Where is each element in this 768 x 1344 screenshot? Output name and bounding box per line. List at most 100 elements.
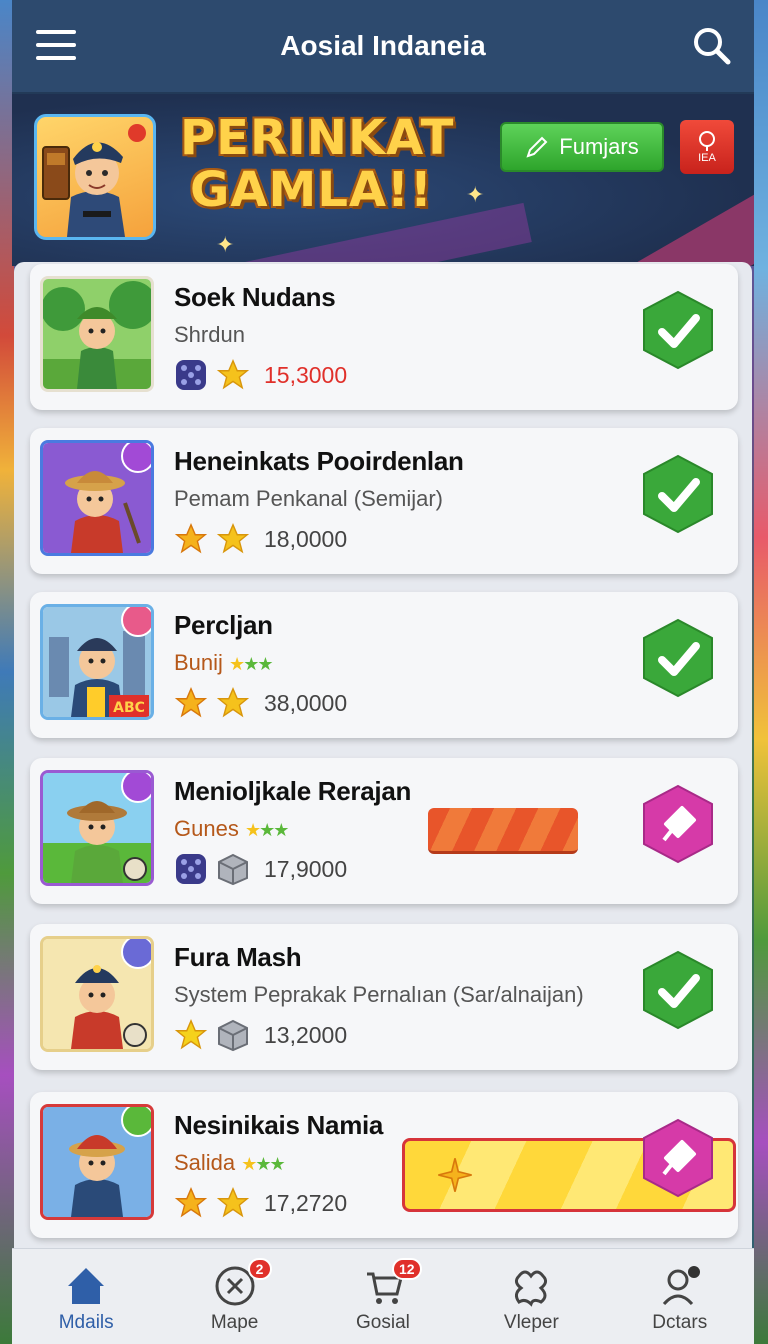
check-icon[interactable]	[642, 950, 714, 1030]
star-icon	[174, 687, 208, 718]
check-icon[interactable]	[642, 290, 714, 370]
player-subtitle-row: Bunij ★★★	[174, 650, 273, 676]
backdrop-right	[754, 0, 768, 1344]
star-icon	[174, 1187, 208, 1218]
player-name: Soek Nudans	[174, 282, 336, 312]
player-score: 15,3000	[264, 361, 348, 388]
fumjars-button[interactable]: Fumjars	[500, 122, 664, 172]
player-avatar	[40, 770, 154, 886]
balloon-icon	[699, 131, 715, 151]
level-badge-icon	[121, 773, 151, 803]
player-card[interactable]: ABC Percljan Bunij ★★★ 38,0000	[30, 592, 738, 738]
player-score: 13,2000	[264, 1021, 348, 1048]
player-subtitle: Salida	[174, 1150, 236, 1175]
nav-label: Gosial	[356, 1312, 410, 1333]
player-card[interactable]: Menioljkale Rerajan Gunes ★★★ 17,9000	[30, 758, 738, 904]
pin-icon[interactable]	[642, 1118, 714, 1198]
player-subtitle: System Peprakak Pernalıan (Sar/alnaijan)	[174, 982, 584, 1007]
top-bar: Aosial Indaneia	[12, 0, 754, 94]
player-subtitle: Bunij	[174, 650, 223, 675]
player-subtitle: Pemam Penkanal (Semijar)	[174, 486, 443, 511]
star-icon	[216, 359, 250, 390]
player-score: 18,0000	[264, 525, 348, 552]
leaderboard-list: Soek Nudans Shrdun 15,3000 Heneinkats Po…	[14, 262, 752, 1248]
progress-bar	[428, 808, 578, 854]
nav-item-mape[interactable]: 2 Mape	[170, 1258, 300, 1334]
player-score: 17,9000	[264, 855, 348, 882]
player-name: Percljan	[174, 610, 273, 640]
sparkle-icon: ✦	[216, 232, 235, 257]
user-icon	[662, 1266, 700, 1306]
home-icon	[68, 1268, 105, 1304]
star-icon	[174, 1019, 208, 1050]
player-card[interactable]: Heneinkats Pooirdenlan Pemam Penkanal (S…	[30, 428, 738, 574]
fumjars-label: Fumjars	[559, 134, 639, 159]
cube-icon	[218, 853, 248, 886]
star-icon	[216, 523, 250, 554]
level-badge-icon	[121, 1107, 151, 1137]
player-subtitle: Gunes	[174, 816, 239, 841]
nav-item-dctars[interactable]: Dctars	[615, 1264, 745, 1334]
rank-stars-icon: ★★★	[241, 1154, 285, 1174]
app-title: Aosial Indaneia	[280, 30, 486, 61]
nav-item-vleper[interactable]: Vleper	[466, 1264, 596, 1334]
player-avatar	[40, 936, 154, 1052]
player-avatar	[40, 276, 154, 392]
player-card[interactable]: Soek Nudans Shrdun 15,3000	[30, 264, 738, 410]
menu-icon[interactable]	[36, 30, 76, 62]
player-name: Fura Mash	[174, 942, 302, 972]
player-stats: 17,2720	[174, 1186, 347, 1220]
nav-label: Mdails	[58, 1312, 114, 1333]
star-icon	[174, 523, 208, 554]
player-stats: 17,9000	[174, 852, 347, 886]
banner: PERINKAT GAMLA!! ✦ ✦ Fumjars IEA	[12, 94, 754, 266]
nav-label: Dctars	[652, 1312, 708, 1333]
player-avatar	[40, 440, 154, 556]
player-name: Menioljkale Rerajan	[174, 776, 412, 806]
thumb-label: ABC	[113, 700, 145, 716]
level-badge-icon	[121, 607, 151, 637]
sparkle-icon	[438, 1158, 472, 1192]
banner-title-line1: PERINKAT	[180, 110, 455, 166]
player-subtitle-row: Salida ★★★	[174, 1150, 286, 1176]
check-icon[interactable]	[642, 454, 714, 534]
level-badge-icon	[121, 443, 151, 473]
player-score: 17,2720	[264, 1189, 348, 1216]
dice-icon	[176, 854, 206, 884]
level-badge-icon	[121, 939, 151, 969]
player-subtitle: Shrdun	[174, 322, 245, 347]
nav-item-mdails[interactable]: Mdails	[21, 1264, 151, 1334]
app-window: Aosial Indaneia PERINKAT GAMLA!! ✦ ✦ Fum…	[12, 0, 754, 1344]
star-icon	[216, 687, 250, 718]
player-avatar: ABC	[40, 604, 154, 720]
nav-label: Vleper	[503, 1312, 559, 1333]
alert-button-label: IEA	[698, 152, 716, 164]
sparkle-icon: ✦	[466, 182, 485, 207]
puzzle-icon	[515, 1270, 548, 1307]
player-stats: 18,0000	[174, 522, 347, 556]
player-subtitle-row: Gunes ★★★	[174, 816, 289, 842]
pencil-icon	[526, 136, 548, 158]
cube-icon	[218, 1019, 248, 1052]
player-stats: 15,3000	[174, 358, 347, 392]
star-icon	[216, 1187, 250, 1218]
nav-label: Mape	[210, 1312, 259, 1333]
player-score: 38,0000	[264, 689, 348, 716]
check-icon[interactable]	[642, 618, 714, 698]
banner-title-line2: GAMLA!!	[190, 162, 433, 218]
bottom-nav: Mdails 2 Mape 12 Gosial Vleper Dctars	[12, 1248, 754, 1344]
banner-avatar	[34, 114, 156, 240]
player-card[interactable]: Fura Mash System Peprakak Pernalıan (Sar…	[30, 924, 738, 1070]
nav-badge: 2	[247, 1258, 272, 1280]
alert-button[interactable]: IEA	[680, 120, 734, 174]
player-name: Heneinkats Pooirdenlan	[174, 446, 464, 476]
player-card[interactable]: Nesinikais Namia Salida ★★★ 17,2720	[30, 1092, 738, 1238]
rank-stars-icon: ★★★	[244, 820, 289, 840]
banner-title: PERINKAT GAMLA!!	[180, 112, 460, 216]
nav-item-gosial[interactable]: 12 Gosial	[318, 1258, 448, 1334]
rank-stars-icon: ★★★	[229, 654, 273, 674]
search-icon[interactable]	[690, 24, 734, 68]
player-stats: 38,0000	[174, 686, 347, 720]
player-avatar	[40, 1104, 154, 1220]
pin-icon[interactable]	[642, 784, 714, 864]
